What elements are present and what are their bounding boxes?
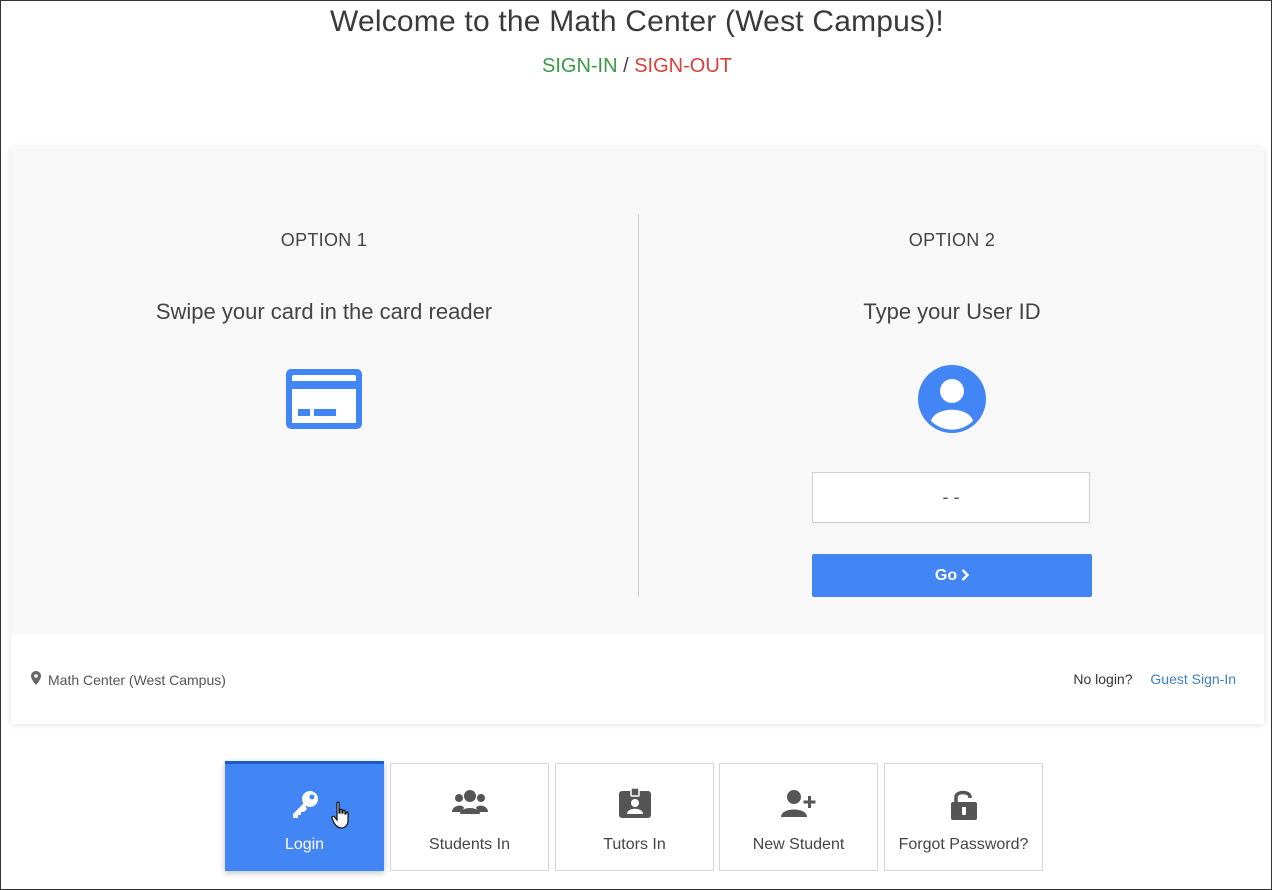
go-button-label: Go (934, 566, 958, 584)
tab-forgot-password[interactable]: Forgot Password? (884, 763, 1043, 871)
go-button[interactable]: Go (812, 554, 1092, 597)
option-2-column: OPTION 2 Type your User ID Go (639, 147, 1265, 634)
chevron-right-icon (961, 568, 970, 584)
option-1-text: Swipe your card in the card reader (155, 299, 493, 324)
option-2-label: OPTION 2 (908, 230, 996, 250)
tab-tutors-in[interactable]: Tutors In (555, 763, 714, 871)
subtitle-separator: / (617, 55, 635, 77)
tab-login[interactable]: Login (225, 761, 384, 871)
option-1-label: OPTION 1 (280, 230, 368, 250)
location-text: Math Center (West Campus) (48, 671, 226, 688)
sign-in-label: SIGN-IN (541, 55, 618, 77)
option-2-text: Type your User ID (863, 299, 1041, 324)
tab-new-student-label: New Student (752, 836, 845, 853)
sign-out-label: SIGN-OUT (634, 55, 732, 77)
key-icon (225, 788, 384, 820)
page-title: Welcome to the Math Center (West Campus)… (330, 5, 944, 38)
user-plus-icon (720, 788, 877, 818)
hand-pointer-cursor-icon (331, 801, 351, 834)
login-card: OPTION 1 Swipe your card in the card rea… (11, 147, 1264, 724)
guest-sign-in-link[interactable]: Guest Sign-In (1150, 671, 1236, 687)
user-circle-icon (917, 364, 987, 439)
option-1-column: OPTION 1 Swipe your card in the card rea… (11, 147, 637, 634)
no-login-text: No login? (1073, 671, 1133, 687)
id-badge-icon (556, 788, 713, 818)
page-subtitle: SIGN-IN / SIGN-OUT (1, 55, 1272, 78)
tab-new-student[interactable]: New Student (719, 763, 878, 871)
tab-forgot-password-label: Forgot Password? (898, 836, 1029, 853)
tab-students-in-label: Students In (429, 836, 510, 853)
credit-card-icon (284, 367, 364, 436)
location-label: Math Center (West Campus) (31, 671, 226, 688)
guest-signin-area: No login? Guest Sign-In (1073, 671, 1236, 687)
tab-login-label: Login (284, 836, 325, 853)
unlock-icon (885, 788, 1042, 820)
map-marker-icon (31, 671, 48, 688)
tab-students-in[interactable]: Students In (390, 763, 549, 871)
login-options-panel: OPTION 1 Swipe your card in the card rea… (11, 147, 1264, 634)
users-icon (391, 788, 548, 816)
tab-tutors-in-label: Tutors In (603, 836, 666, 853)
user-id-input[interactable] (812, 472, 1090, 523)
